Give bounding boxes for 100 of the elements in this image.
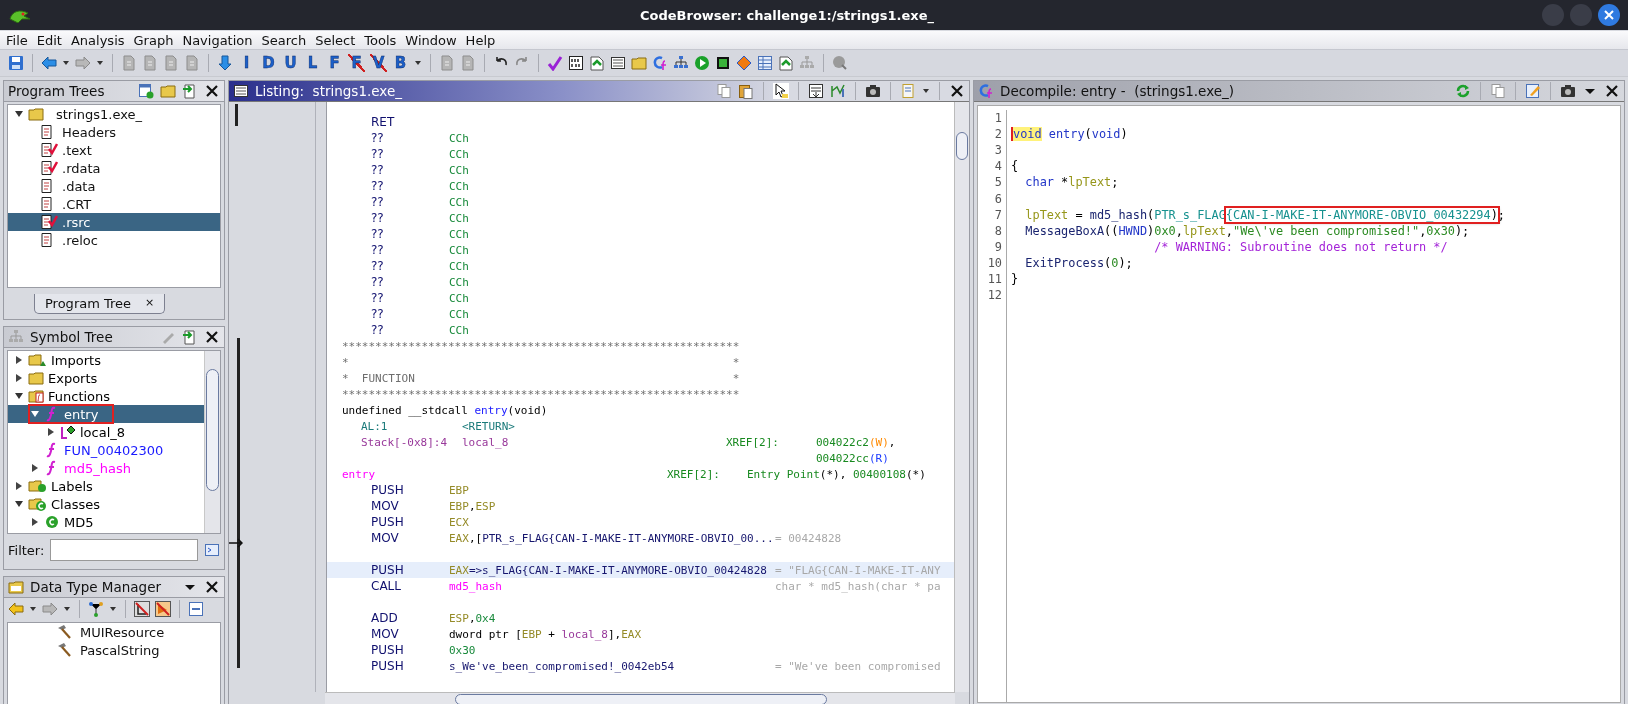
tree-item-label[interactable]: Exports <box>48 370 98 386</box>
collapse-icon[interactable] <box>188 601 204 617</box>
flag-off-icon[interactable] <box>155 601 171 617</box>
pointer-icon[interactable] <box>773 83 789 99</box>
import-icon[interactable] <box>182 329 198 345</box>
tree-item-label[interactable]: .rdata <box>62 160 101 176</box>
menu-item[interactable]: Search <box>261 32 307 48</box>
copy-icon[interactable] <box>716 83 732 99</box>
letter-button[interactable]: B <box>392 54 409 72</box>
letter-button[interactable]: D <box>260 54 277 72</box>
filter-field[interactable] <box>50 539 198 561</box>
menu-item[interactable]: File <box>6 32 28 48</box>
letter-button[interactable]: L <box>304 54 321 72</box>
tree-item-label[interactable]: FUN_00402300 <box>64 442 164 458</box>
diamond-icon[interactable] <box>736 55 752 71</box>
tree-item-label[interactable]: .reloc <box>62 232 98 248</box>
xref-list[interactable]: Entry Point(*), 00400108(*) <box>747 467 926 481</box>
letter-button[interactable]: U <box>282 54 299 72</box>
code-line: ExitProcess(0); <box>1024 255 1133 270</box>
lines-icon[interactable] <box>808 83 824 99</box>
operand-text: ECX <box>449 515 469 529</box>
close-icon[interactable] <box>1604 83 1620 99</box>
tree-item-label[interactable]: Labels <box>51 478 93 494</box>
xref-list[interactable]: 004022cc(R) <box>816 451 889 465</box>
close-icon[interactable] <box>204 83 220 99</box>
tree-item-label[interactable]: .rsrc <box>62 214 91 230</box>
operand-text: CCh <box>449 211 469 225</box>
chip-icon[interactable] <box>715 55 731 71</box>
close-button[interactable] <box>1598 4 1620 26</box>
back-arrow-icon[interactable] <box>41 55 57 71</box>
mnemonic: ?? <box>371 259 385 273</box>
close-icon[interactable] <box>949 83 965 99</box>
line-number: 4 <box>978 158 1007 175</box>
tree-item-label[interactable]: Headers <box>62 124 117 140</box>
tree-item-label[interactable]: entry <box>64 406 99 422</box>
down-arrow-icon[interactable] <box>217 55 233 71</box>
mnemonic: PUSH <box>371 515 405 529</box>
mnemonic: ?? <box>371 307 385 321</box>
code-line: lpText = md5_hash(PTR_s_FLAG{CAN-I-MAKE-IT-ANYMORE-OBVIO_00432294); <box>1024 207 1506 222</box>
back-arrow-icon[interactable] <box>8 601 24 617</box>
checked-document-icon <box>40 160 58 176</box>
save-icon[interactable] <box>8 55 24 71</box>
graph-icon[interactable] <box>830 83 846 99</box>
checkmark-icon[interactable] <box>547 55 563 71</box>
tree-item-label[interactable]: Imports <box>51 352 101 368</box>
operand-text: CCh <box>449 307 469 321</box>
tree-item-label[interactable]: local_8 <box>80 424 126 440</box>
tree-item-label[interactable]: Classes <box>51 496 100 512</box>
menu-item[interactable]: Navigation <box>182 32 253 48</box>
camera-icon[interactable] <box>1560 83 1576 99</box>
filter-options-icon[interactable] <box>204 542 220 558</box>
caret-icon[interactable] <box>14 109 24 119</box>
new-window-icon[interactable] <box>138 83 154 99</box>
table-icon[interactable] <box>757 55 773 71</box>
copy-icon[interactable] <box>1490 83 1506 99</box>
close-icon[interactable] <box>204 579 220 595</box>
menu-item[interactable]: Graph <box>133 32 174 48</box>
menu-item[interactable]: Help <box>465 32 496 48</box>
panel-title: Program Trees <box>8 83 106 99</box>
letter-button[interactable]: F <box>326 54 343 72</box>
tree-icon[interactable] <box>88 601 104 617</box>
arrow-document-icon[interactable] <box>589 55 605 71</box>
tree-item-label[interactable]: .data <box>62 178 96 194</box>
camera-icon[interactable] <box>865 83 881 99</box>
paste-icon[interactable] <box>738 83 754 99</box>
tab[interactable]: Program Tree × <box>34 294 166 314</box>
edit-icon[interactable] <box>1525 83 1541 99</box>
app-logo-icon[interactable] <box>8 7 32 23</box>
scrollbar[interactable] <box>204 351 220 533</box>
scrollbar[interactable] <box>954 102 969 692</box>
list-icon[interactable] <box>610 55 626 71</box>
tree-item-label[interactable]: MUIResource <box>80 624 165 640</box>
import-icon[interactable] <box>182 83 198 99</box>
scrollbar[interactable] <box>325 692 955 704</box>
magnifier-icon[interactable] <box>832 55 848 71</box>
play-icon[interactable] <box>694 55 710 71</box>
comment-text: char * md5_hash(char * pa <box>775 579 941 593</box>
function-icon[interactable] <box>652 55 668 71</box>
menu-item[interactable]: Analysis <box>70 32 125 48</box>
line-number: 10 <box>978 254 1007 271</box>
menu-item[interactable]: Tools <box>364 32 397 48</box>
menu-item[interactable]: Window <box>405 32 457 48</box>
xref-list[interactable]: 004022c2(W), <box>816 435 896 449</box>
letter-button[interactable]: I <box>238 54 255 72</box>
tree-item-label[interactable]: strings1.exe_ <box>56 106 143 122</box>
mnemonic: ADD <box>371 611 399 625</box>
binary-icon[interactable] <box>568 55 584 71</box>
menu-item[interactable]: Select <box>315 32 356 48</box>
close-icon[interactable] <box>204 329 220 345</box>
pointer-off-icon[interactable] <box>134 601 150 617</box>
menu-item[interactable]: Edit <box>36 32 62 48</box>
tree-item-label[interactable]: PascalString <box>80 642 160 658</box>
operand-text: EAX,[PTR_s_FLAG{CAN-I-MAKE-IT-ANYMORE-OBVIO_00... <box>449 531 774 545</box>
tree-item-label[interactable]: MD5 <box>64 514 94 530</box>
class-icon <box>44 514 60 530</box>
tree-item-label[interactable]: .text <box>62 142 92 158</box>
tree-item-label[interactable]: Functions <box>48 388 111 404</box>
arrow-document-icon[interactable] <box>778 55 794 71</box>
forward-arrow-icon[interactable] <box>42 601 58 617</box>
tree-item-label[interactable]: .CRT <box>62 196 92 212</box>
